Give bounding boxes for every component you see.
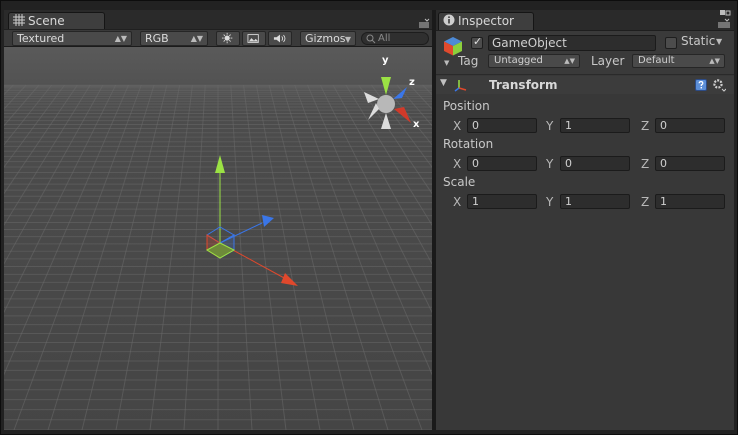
active-checkbox[interactable]: ✓ (471, 35, 483, 49)
rotation-y-field[interactable]: 0 (560, 156, 630, 171)
inspector-body: ▼ ✓ GameObject Static ▼ Tag Untagged ▲▼ … (436, 30, 734, 430)
static-checkbox[interactable] (665, 37, 677, 49)
scene-search-input[interactable]: All (361, 32, 429, 45)
gameobject-name-value: GameObject (492, 36, 567, 50)
dropdown-arrows-icon: ▲▼ (190, 34, 203, 43)
scale-y-field[interactable]: 1 (560, 194, 630, 209)
scene-view-canvas[interactable]: y z x (4, 47, 432, 430)
image-icon (247, 34, 259, 43)
transform-axes-icon (454, 80, 467, 92)
gizmo-y-label: y (382, 55, 389, 66)
transform-title: Transform (489, 78, 558, 92)
scene-panel: Scene Textured ▲▼ RGB ▲▼ Gizmos ▼ All y … (4, 10, 432, 430)
rotation-x-value: 0 (472, 157, 479, 170)
gizmo-center[interactable] (377, 95, 395, 113)
tab-scene[interactable]: Scene (8, 12, 105, 30)
tab-inspector[interactable]: Inspector (438, 12, 534, 30)
tag-value: Untagged (494, 55, 543, 66)
icon-picker-arrow-icon[interactable]: ▼ (444, 59, 449, 67)
maximize-icon[interactable] (720, 10, 725, 15)
dropdown-arrows-icon: ▲▼ (564, 57, 575, 65)
rotation-z-value: 0 (660, 157, 667, 170)
panel-menu-icon[interactable] (718, 22, 730, 28)
color-mode-dropdown[interactable]: RGB ▲▼ (140, 31, 208, 46)
dropdown-arrows-icon: ▲▼ (114, 34, 127, 43)
layer-label: Layer (591, 54, 625, 68)
position-y-field[interactable]: 1 (560, 118, 630, 133)
info-icon (443, 14, 455, 26)
scale-x-label: X (453, 195, 462, 209)
window-controls (718, 10, 731, 28)
position-z-label: Z (641, 119, 650, 133)
rotation-x-label: X (453, 157, 462, 171)
foldout-arrow-icon[interactable]: ▼ (440, 78, 447, 88)
scale-x-value: 1 (472, 195, 479, 208)
chevron-down-icon (724, 18, 730, 22)
scene-grid-icon (13, 14, 25, 26)
gameobject-header: ▼ ✓ GameObject Static ▼ Tag Untagged ▲▼ … (436, 31, 734, 75)
position-z-value: 0 (660, 119, 667, 132)
panel-menu-icon[interactable] (418, 18, 430, 28)
speaker-icon (273, 34, 286, 43)
position-x-value: 0 (472, 119, 479, 132)
rotation-z-label: Z (641, 157, 650, 171)
gizmos-dropdown[interactable]: Gizmos ▼ (300, 31, 356, 46)
scene-tabbar: Scene (4, 10, 432, 30)
help-book-icon[interactable] (695, 79, 707, 91)
skybox-toggle-button[interactable] (242, 31, 266, 46)
chevron-down-icon: ▼ (344, 35, 351, 44)
rotation-y-value: 0 (565, 157, 572, 170)
tag-label: Tag (458, 54, 479, 68)
tag-dropdown[interactable]: Untagged ▲▼ (488, 54, 580, 68)
scale-y-label: Y (546, 195, 554, 209)
rotation-x-field[interactable]: 0 (467, 156, 537, 171)
render-mode-dropdown[interactable]: Textured ▲▼ (12, 31, 132, 46)
position-y-value: 1 (565, 119, 572, 132)
inspector-tabbar: Inspector (436, 10, 734, 30)
scale-label: Scale (443, 175, 476, 189)
scene-viewport[interactable]: y z x (4, 47, 432, 430)
scale-z-value: 1 (660, 195, 667, 208)
gameobject-name-input[interactable]: GameObject (488, 35, 656, 51)
scale-x-field[interactable]: 1 (467, 194, 537, 209)
scale-z-field[interactable]: 1 (655, 194, 725, 209)
search-placeholder: All (378, 33, 391, 44)
scene-toolbar: Textured ▲▼ RGB ▲▼ Gizmos ▼ All (4, 29, 432, 47)
audio-toggle-button[interactable] (268, 31, 292, 46)
close-icon[interactable] (725, 10, 731, 16)
static-label: Static (681, 34, 716, 48)
color-mode-value: RGB (145, 32, 169, 45)
layer-value: Default (638, 55, 675, 66)
dropdown-arrows-icon: ▲▼ (709, 57, 720, 65)
position-x-field[interactable]: 0 (467, 118, 537, 133)
rotation-z-field[interactable]: 0 (655, 156, 725, 171)
checkmark-icon: ✓ (473, 35, 483, 48)
position-y-label: Y (546, 119, 554, 133)
gizmo-x-label: x (413, 119, 420, 130)
gear-icon[interactable] (712, 78, 726, 92)
layer-dropdown[interactable]: Default ▲▼ (632, 54, 725, 68)
position-label: Position (443, 99, 490, 113)
rotation-y-label: Y (546, 157, 554, 171)
tab-inspector-label: Inspector (458, 14, 514, 28)
static-dropdown-icon[interactable]: ▼ (716, 37, 722, 46)
search-icon (366, 34, 376, 44)
gizmos-label: Gizmos (305, 32, 346, 45)
position-z-field[interactable]: 0 (655, 118, 725, 133)
transform-component-header[interactable]: ▼ Transform (436, 76, 734, 94)
gizmo-z-label: z (409, 77, 415, 88)
inspector-panel: Inspector ▼ ✓ GameObject Static ▼ Tag Un… (436, 10, 734, 430)
lighting-toggle-button[interactable] (216, 31, 240, 46)
scale-z-label: Z (641, 195, 650, 209)
position-x-label: X (453, 119, 462, 133)
scale-y-value: 1 (565, 195, 572, 208)
rotation-label: Rotation (443, 137, 494, 151)
render-mode-value: Textured (17, 32, 65, 45)
tab-scene-label: Scene (28, 14, 65, 28)
sun-icon (221, 32, 233, 44)
